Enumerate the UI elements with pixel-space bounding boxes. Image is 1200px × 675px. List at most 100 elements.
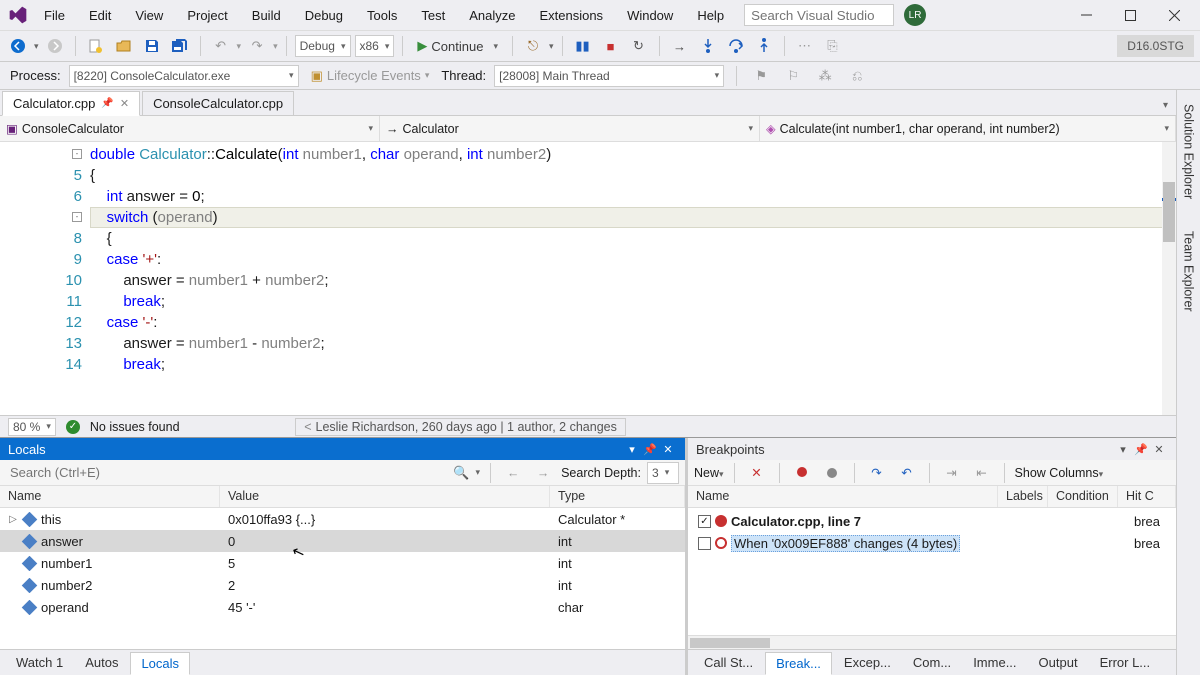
menu-file[interactable]: File [32, 4, 77, 27]
tool-tab[interactable]: Break... [765, 652, 832, 675]
lifecycle-dropdown[interactable]: ▣Lifecycle Events▾ [307, 64, 434, 88]
tool-tab[interactable]: Error L... [1090, 652, 1161, 673]
step-out-icon[interactable] [752, 34, 776, 58]
delete-bp-icon[interactable]: ✕ [745, 461, 769, 485]
pin-icon[interactable]: 📌 [641, 443, 659, 456]
col-value[interactable]: Value [220, 486, 550, 507]
file-tab[interactable]: Calculator.cpp📌✕ [2, 91, 140, 116]
config-dropdown[interactable]: Debug▾ [295, 35, 351, 57]
menu-edit[interactable]: Edit [77, 4, 123, 27]
nav-fwd-icon[interactable]: → [531, 461, 555, 485]
show-next-statement-icon[interactable]: → [668, 34, 692, 58]
vertical-scrollbar[interactable] [1162, 142, 1176, 415]
locals-row[interactable]: ▷this0x010ffa93 {...}Calculator * [0, 508, 685, 530]
minimize-button[interactable] [1064, 0, 1108, 30]
enable-all-icon[interactable] [790, 461, 814, 485]
export-icon[interactable]: ↷ [865, 461, 889, 485]
stop-icon[interactable]: ■ [599, 34, 623, 58]
locals-row[interactable]: number15int [0, 552, 685, 574]
locals-row[interactable]: answer0int [0, 530, 685, 552]
menu-build[interactable]: Build [240, 4, 293, 27]
menu-test[interactable]: Test [409, 4, 457, 27]
close-button[interactable] [1152, 0, 1196, 30]
thread-list-icon[interactable]: ⚐ [781, 64, 805, 88]
tabs-overflow-icon[interactable]: ▾ [1155, 96, 1176, 115]
pin-icon[interactable]: 📌 [1132, 443, 1150, 456]
step-into-icon[interactable] [696, 34, 720, 58]
menu-analyze[interactable]: Analyze [457, 4, 527, 27]
search-icon[interactable]: 🔍 [453, 465, 469, 481]
toolbar-icon[interactable]: ⎋ [521, 34, 545, 58]
breakpoint-row[interactable]: When '0x009EF888' changes (4 bytes)brea [692, 532, 1172, 554]
new-file-icon[interactable] [84, 34, 108, 58]
tool-tab[interactable]: Imme... [963, 652, 1026, 673]
debug-extra2-icon[interactable]: ⎌ [845, 64, 869, 88]
checkbox[interactable] [698, 537, 711, 550]
menu-tools[interactable]: Tools [355, 4, 409, 27]
window-position-icon[interactable]: ▾ [623, 443, 641, 456]
toolbar-extra-1-icon[interactable]: ⋯ [793, 34, 817, 58]
nav-forward-button[interactable] [43, 34, 67, 58]
continue-button[interactable]: ▶Continue▾ [411, 34, 504, 58]
user-avatar[interactable]: LR [904, 4, 926, 26]
close-panel-icon[interactable]: ✕ [1150, 443, 1168, 456]
side-tab[interactable]: Solution Explorer [1180, 98, 1198, 205]
show-columns-dropdown[interactable]: Show Columns▾ [1015, 466, 1104, 480]
close-tab-icon[interactable]: ✕ [120, 97, 129, 110]
code-editor[interactable]: 4-567-891011121314 double Calculator::Ca… [0, 142, 1176, 415]
break-all-icon[interactable]: ▮▮ [571, 34, 595, 58]
tool-tab[interactable]: Output [1029, 652, 1088, 673]
menu-view[interactable]: View [123, 4, 175, 27]
tool-tab[interactable]: Call St... [694, 652, 763, 673]
tool-tab[interactable]: Autos [75, 652, 128, 673]
close-panel-icon[interactable]: ✕ [659, 443, 677, 456]
menu-extensions[interactable]: Extensions [527, 4, 615, 27]
tool-tab[interactable]: Watch 1 [6, 652, 73, 673]
toolbar-extra-2-icon[interactable]: ⎘ [821, 34, 845, 58]
search-depth-dropdown[interactable]: 3▾ [647, 462, 679, 484]
debug-extra-icon[interactable]: ⁂ [813, 64, 837, 88]
locals-row[interactable]: number22int [0, 574, 685, 596]
horizontal-scrollbar[interactable] [688, 635, 1176, 649]
locals-titlebar[interactable]: Locals ▾ 📌 ✕ [0, 438, 685, 460]
redo-icon[interactable]: ↷ [245, 34, 269, 58]
breakpoint-row[interactable]: ✓Calculator.cpp, line 7brea [692, 510, 1172, 532]
window-position-icon[interactable]: ▾ [1114, 443, 1132, 456]
nav-back-button[interactable] [6, 34, 30, 58]
menu-debug[interactable]: Debug [293, 4, 355, 27]
col-name[interactable]: Name [0, 486, 220, 507]
undo-icon[interactable]: ↶ [209, 34, 233, 58]
goto-source-icon[interactable]: ⇥ [940, 461, 964, 485]
tool-tab[interactable]: Locals [130, 652, 190, 675]
nav-member-dropdown[interactable]: ◈Calculate(int number1, char operand, in… [760, 116, 1176, 141]
fold-icon[interactable]: - [72, 212, 82, 222]
menu-help[interactable]: Help [685, 4, 736, 27]
import-icon[interactable]: ↶ [895, 461, 919, 485]
goto-disasm-icon[interactable]: ⇤ [970, 461, 994, 485]
breakpoints-titlebar[interactable]: Breakpoints ▾ 📌 ✕ [688, 438, 1176, 460]
menu-window[interactable]: Window [615, 4, 685, 27]
checkbox[interactable]: ✓ [698, 515, 711, 528]
tool-tab[interactable]: Com... [903, 652, 961, 673]
locals-search-input[interactable] [6, 462, 447, 484]
file-tab[interactable]: ConsoleCalculator.cpp [142, 91, 294, 116]
open-file-icon[interactable] [112, 34, 136, 58]
disable-all-icon[interactable] [820, 461, 844, 485]
thread-dropdown[interactable]: [28008] Main Thread▾ [494, 65, 724, 87]
save-icon[interactable] [140, 34, 164, 58]
tool-tab[interactable]: Excep... [834, 652, 901, 673]
codelens-info[interactable]: <Leslie Richardson, 260 days ago | 1 aut… [295, 418, 626, 436]
search-input[interactable] [744, 4, 894, 26]
save-all-icon[interactable] [168, 34, 192, 58]
nav-scope-dropdown[interactable]: ▣ConsoleCalculator▾ [0, 116, 380, 141]
locals-row[interactable]: operand45 '-'char [0, 596, 685, 618]
menu-project[interactable]: Project [175, 4, 239, 27]
stack-frame-icon[interactable]: ⚑ [749, 64, 773, 88]
new-bp-button[interactable]: New▾ [694, 466, 724, 480]
maximize-button[interactable] [1108, 0, 1152, 30]
side-tab[interactable]: Team Explorer [1180, 225, 1198, 318]
pin-icon[interactable]: 📌 [101, 98, 113, 109]
restart-icon[interactable]: ↻ [627, 34, 651, 58]
platform-dropdown[interactable]: x86▾ [355, 35, 395, 57]
zoom-dropdown[interactable]: 80 %▾ [8, 418, 56, 436]
